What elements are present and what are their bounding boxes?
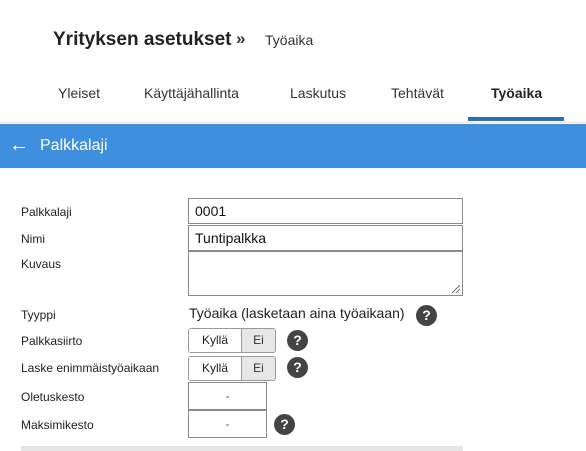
palkkasiirto-toggle[interactable]: Kyllä Ei [188,328,276,353]
palkkasiirto-no-button[interactable]: Ei [242,329,275,352]
tab-yleiset[interactable]: Yleiset [58,85,100,101]
section-header-bar: ← Palkkalaji [0,124,586,168]
tyyppi-label: Tyyppi [21,308,56,322]
settings-header: Yrityksen asetukset » Työaika Yleiset Kä… [0,0,586,123]
palkkasiirto-yes-button[interactable]: Kyllä [189,329,242,352]
tab-tehtavat[interactable]: Tehtävät [391,85,444,101]
nimi-label: Nimi [21,232,45,246]
oletuskesto-input[interactable]: - [188,382,267,410]
laske-enimmaistyoaikaan-yes-button[interactable]: Kyllä [189,357,242,380]
tab-kayttajahallinta[interactable]: Käyttäjähallinta [144,85,239,101]
resize-handle-icon[interactable] [452,285,460,293]
breadcrumb-separator: » [236,29,246,48]
help-icon[interactable]: ? [287,330,308,351]
next-section-strip [21,446,463,451]
help-icon[interactable]: ? [274,414,295,435]
help-icon[interactable]: ? [416,305,437,326]
active-tab-indicator [468,117,564,121]
kuvaus-textarea[interactable] [188,251,463,296]
maksimikesto-input[interactable]: - [188,410,267,438]
breadcrumb-current: Työaika [265,32,314,48]
nimi-input[interactable]: Tuntipalkka [188,225,463,251]
laske-enimmaistyoaikaan-toggle[interactable]: Kyllä Ei [188,356,276,381]
maksimikesto-label: Maksimikesto [21,418,94,432]
tab-tyoaika[interactable]: Työaika [491,85,542,101]
oletuskesto-label: Oletuskesto [21,390,85,404]
tab-laskutus[interactable]: Laskutus [290,85,346,101]
tyyppi-value: Työaika (lasketaan aina työaikaan) [189,305,405,321]
help-icon[interactable]: ? [287,357,308,378]
palkkalaji-input[interactable]: 0001 [188,198,463,224]
page-title: Yrityksen asetukset [53,29,232,50]
laske-enimmaistyoaikaan-no-button[interactable]: Ei [242,357,275,380]
laske-enimmaistyoaikaan-label: Laske enimmäistyöaikaan [21,361,160,375]
palkkasiirto-label: Palkkasiirto [21,334,83,348]
arrow-left-icon[interactable]: ← [9,134,29,157]
kuvaus-label: Kuvaus [21,257,62,271]
section-title: Palkkalaji [40,137,108,154]
palkkalaji-label: Palkkalaji [21,205,72,219]
